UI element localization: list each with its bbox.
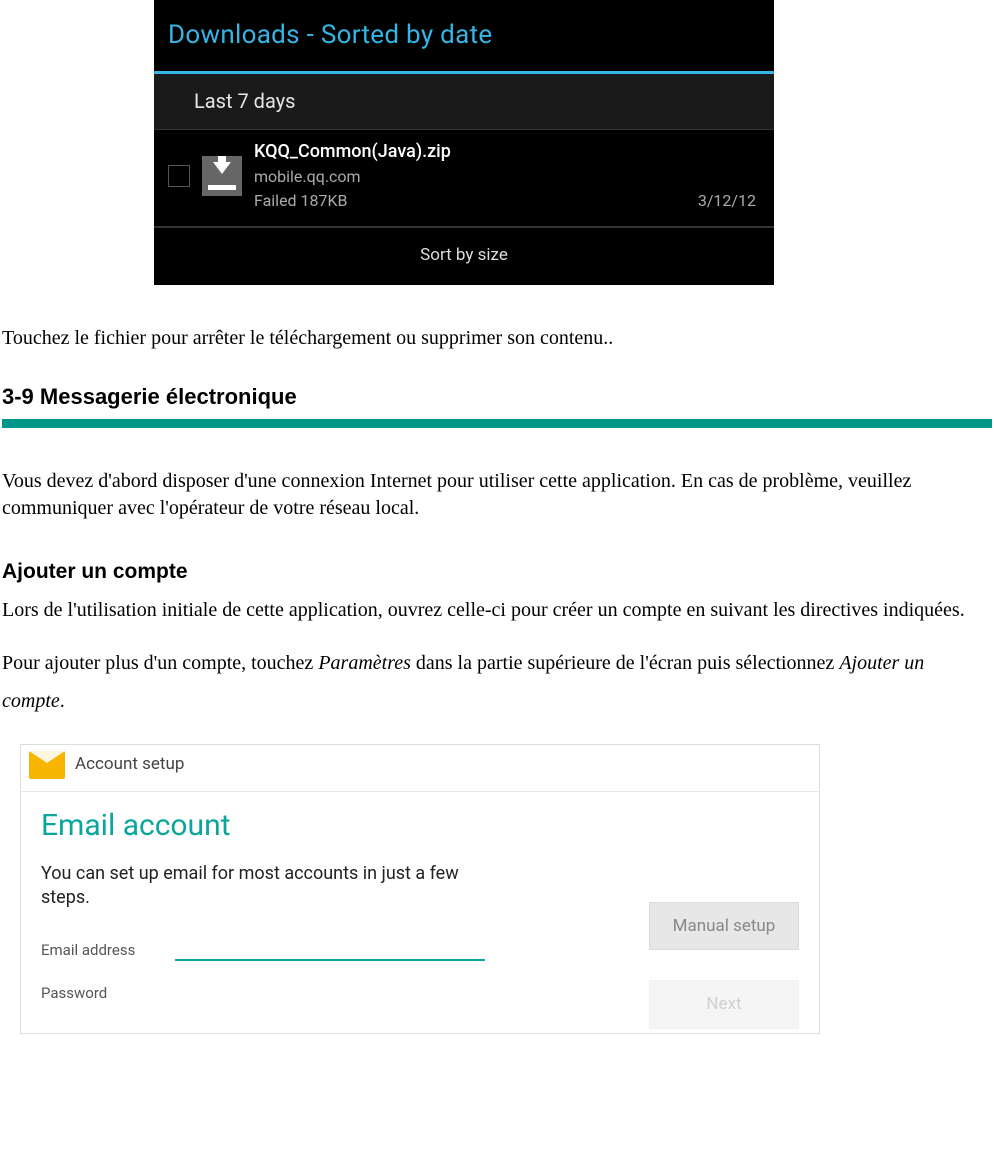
email-heading: Email account [41,806,629,847]
text-fragment: Pour ajouter plus d'un compte, touchez [2,652,318,674]
email-address-row: Email address [41,939,629,961]
email-address-input[interactable] [175,939,485,961]
email-header-title: Account setup [75,753,184,776]
downloads-screenshot: Downloads - Sorted by date Last 7 days K… [154,0,774,285]
download-file-icon [202,156,242,196]
download-filename: KQQ_Common(Java).zip [254,140,760,164]
paragraph-intro: Vous devez d'abord disposer d'une connex… [2,468,992,522]
term-parametres: Paramètres [318,652,411,674]
subheading-ajouter-compte: Ajouter un compte [2,558,992,586]
download-list-item[interactable]: KQQ_Common(Java).zip mobile.qq.com Faile… [154,130,774,226]
text-fragment: dans la partie supérieure de l'écran pui… [411,652,839,674]
paragraph-touch-file: Touchez le fichier pour arrêter le téléc… [2,325,992,352]
email-address-label: Email address [41,940,161,960]
download-meta: KQQ_Common(Java).zip mobile.qq.com Faile… [254,140,760,211]
email-header: Account setup [21,745,819,792]
email-app-icon [29,751,65,779]
download-source: mobile.qq.com [254,166,760,188]
next-button[interactable]: Next [649,980,799,1029]
section-divider [2,419,992,428]
paragraph-add-account-2: Pour ajouter plus d'un compte, touchez P… [2,644,992,720]
downloads-section-header: Last 7 days [154,74,774,130]
password-label: Password [41,983,161,1003]
download-status: Failed 187KB [254,190,348,212]
manual-setup-button[interactable]: Manual setup [649,902,799,951]
item-checkbox[interactable] [168,165,190,187]
sort-by-size-button[interactable]: Sort by size [154,227,774,285]
section-heading-3-9: 3-9 Messagerie électronique [2,382,992,412]
downloads-title: Downloads - Sorted by date [154,0,774,71]
email-setup-screenshot: Account setup Email account You can set … [20,744,820,1035]
download-date: 3/12/12 [698,190,760,212]
text-fragment: . [60,690,65,712]
paragraph-add-account-1: Lors de l'utilisation initiale de cette … [2,597,992,624]
email-description: You can set up email for most accounts i… [41,862,481,911]
password-row: Password [41,983,629,1003]
